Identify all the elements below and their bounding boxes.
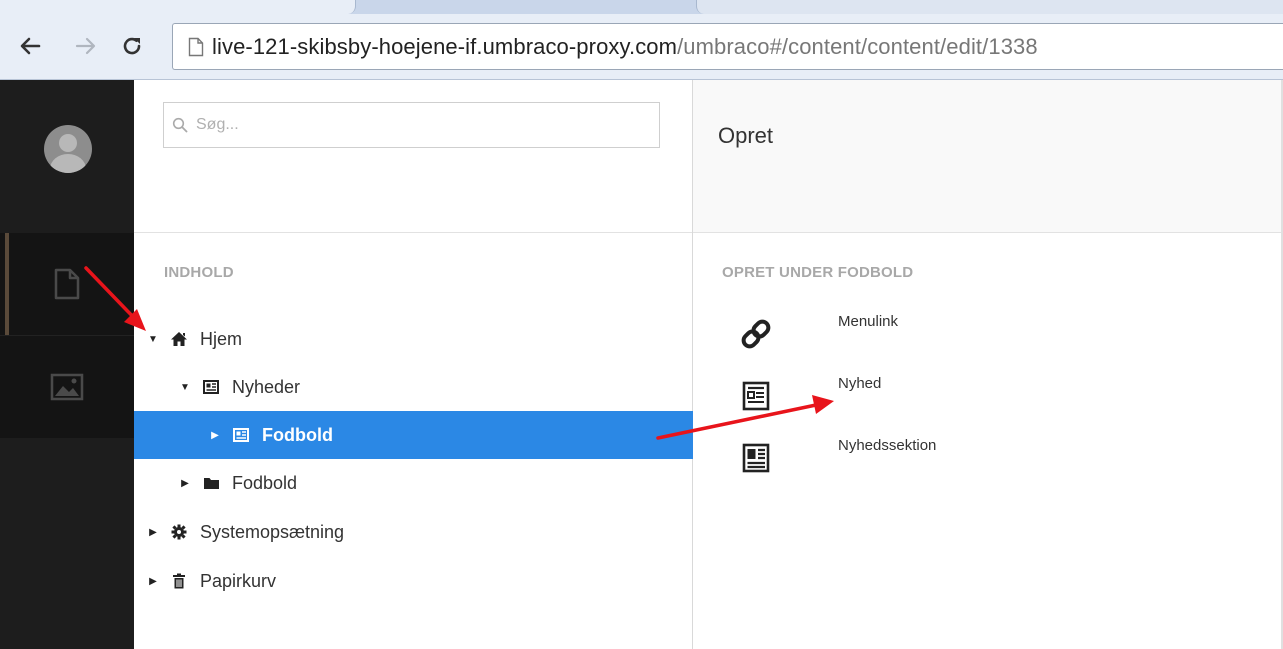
caret-right-icon[interactable]: ▶	[208, 430, 222, 441]
document-icon	[54, 268, 80, 300]
reload-button[interactable]	[118, 28, 146, 64]
tree-node-fodbold-folder[interactable]: ▶ Fodbold	[134, 459, 736, 507]
content-type-nyhed[interactable]: Nyhed	[693, 370, 1283, 420]
search-input[interactable]	[194, 115, 638, 135]
user-area	[0, 80, 134, 232]
newspaper-icon	[200, 380, 222, 394]
browser-tab[interactable]	[696, 0, 1283, 14]
tab-strip	[0, 0, 1283, 14]
tree-node-label: Papirkurv	[200, 570, 277, 591]
tree-node-label: Fodbold	[232, 472, 298, 493]
active-indicator	[5, 233, 9, 335]
sidebar-empty-area	[0, 438, 134, 649]
editor-panel: Opret OPRET UNDER FODBOLD Menulink Nyhed	[693, 80, 1283, 649]
tree-node-fodbold-selected[interactable]: ▶ Fodbold •••	[134, 411, 766, 459]
content-type-label: Menulink	[838, 313, 899, 330]
search-box[interactable]	[163, 102, 660, 148]
create-under-title: OPRET UNDER FODBOLD	[722, 264, 914, 281]
back-button[interactable]	[16, 28, 44, 64]
caret-right-icon[interactable]: ▶	[146, 527, 160, 538]
url-text: live-121-skibsby-hoejene-if.umbraco-prox…	[212, 34, 1038, 60]
tree-section-title: INDHOLD	[164, 264, 234, 281]
content-type-label: Nyhed	[838, 375, 882, 392]
gear-icon	[168, 524, 190, 540]
caret-down-icon[interactable]: ▼	[146, 334, 160, 345]
tree-node-label: Hjem	[200, 328, 243, 349]
tree-node-systemopsaetning[interactable]: ▶ Systemopsætning	[134, 508, 704, 556]
newspaper-icon	[736, 438, 776, 478]
page-title: Opret	[718, 123, 774, 148]
search-icon	[172, 117, 188, 133]
browser-tab[interactable]	[0, 0, 356, 14]
tree-node-label: Fodbold	[262, 424, 333, 445]
editor-header: Opret	[693, 80, 1283, 233]
browser-chrome: live-121-skibsby-hoejene-if.umbraco-prox…	[0, 0, 1283, 80]
content-type-menulink[interactable]: Menulink	[693, 308, 1283, 358]
news-document-icon	[736, 376, 776, 416]
section-sidebar	[0, 80, 134, 649]
folder-icon	[200, 476, 222, 490]
trash-icon	[168, 573, 190, 589]
tree-node-hjem[interactable]: ▼ Hjem	[134, 315, 704, 363]
image-icon	[50, 373, 84, 401]
arrow-left-icon	[20, 37, 41, 55]
forward-button[interactable]	[72, 28, 100, 64]
tree-node-label: Systemopsætning	[200, 521, 345, 542]
link-icon	[736, 314, 776, 354]
newspaper-icon	[230, 428, 252, 442]
section-content[interactable]	[0, 233, 134, 335]
caret-down-icon[interactable]: ▼	[178, 382, 192, 393]
section-media[interactable]	[0, 335, 134, 438]
user-avatar-icon[interactable]	[44, 125, 92, 173]
tree-node-nyheder[interactable]: ▼ Nyheder	[134, 363, 736, 411]
tree-node-label: Nyheder	[232, 376, 301, 397]
content-tree-panel: INDHOLD ▼ Hjem ▼ Nyheder ▶ Fodbold ••• ▶…	[134, 80, 766, 649]
content-type-label: Nyhedssektion	[838, 437, 937, 454]
caret-right-icon[interactable]: ▶	[178, 478, 192, 489]
divider	[134, 232, 692, 233]
home-icon	[168, 331, 190, 347]
tree-node-papirkurv[interactable]: ▶ Papirkurv	[134, 557, 704, 605]
arrow-right-icon	[75, 37, 96, 55]
caret-right-icon[interactable]: ▶	[146, 576, 160, 587]
reload-icon	[123, 37, 141, 55]
document-icon	[188, 37, 204, 57]
content-type-nyhedssektion[interactable]: Nyhedssektion	[693, 432, 1283, 482]
address-bar[interactable]: live-121-skibsby-hoejene-if.umbraco-prox…	[172, 23, 1283, 70]
url-host: live-121-skibsby-hoejene-if.umbraco-prox…	[212, 33, 678, 59]
url-path: /umbraco#/content/content/edit/1338	[677, 33, 1038, 59]
